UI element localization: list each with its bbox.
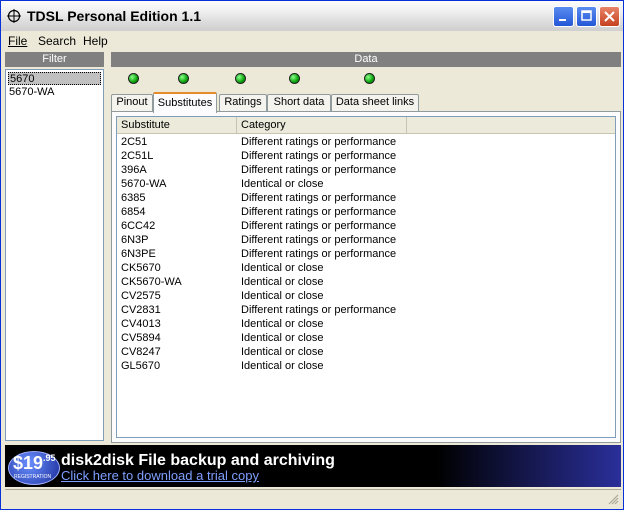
substitute-cell: 6N3P [121,234,149,246]
price-cents: .95 [43,453,56,463]
substitute-cell: CK5670 [121,262,161,274]
substitute-cell: 6CC42 [121,220,156,232]
substitutes-list[interactable]: Substitute Category 2C51 Different rating… [116,116,616,438]
tab-data-sheet-links[interactable]: Data sheet links [331,94,419,111]
table-row[interactable]: 5670-WA Identical or close [117,177,615,191]
table-row[interactable]: GL5670 Identical or close [117,359,615,373]
menu-search[interactable]: Search [38,34,76,48]
column-header-category[interactable]: Category [237,117,407,134]
substitute-cell: 2C51 [121,136,148,148]
substitute-cell: 6854 [121,206,146,218]
table-row[interactable]: CK5670-WA Identical or close [117,275,615,289]
data-header: Data [111,52,621,67]
window-title: TDSL Personal Edition 1.1 [27,8,202,24]
status-led-2 [178,73,189,84]
substitute-cell: GL5670 [121,360,161,372]
minimize-icon [559,19,566,21]
substitute-cell: 396A [121,164,147,176]
filter-item-5670[interactable]: 5670 [8,72,101,85]
filter-header: Filter [5,52,104,67]
category-cell: Different ratings or performance [241,234,397,246]
filter-list[interactable]: 5670 5670-WA [5,69,104,441]
tab-ratings[interactable]: Ratings [219,94,267,111]
category-cell: Identical or close [241,346,324,358]
tab-short-data[interactable]: Short data [267,94,331,111]
column-header-empty [407,117,615,134]
substitute-cell: CV5894 [121,332,161,344]
category-cell: Different ratings or performance [241,192,397,204]
app-icon [7,9,21,23]
maximize-icon [581,10,592,21]
minimize-button[interactable] [553,6,574,27]
tab-substitutes[interactable]: Substitutes [153,92,217,113]
category-cell: Different ratings or performance [241,136,397,148]
tab-pinout[interactable]: Pinout [111,94,153,111]
category-cell: Different ratings or performance [241,220,397,232]
substitute-cell: CK5670-WA [121,276,182,288]
category-cell: Different ratings or performance [241,164,397,176]
status-bar [5,489,621,507]
category-cell: Identical or close [241,276,324,288]
table-row[interactable]: CV5894 Identical or close [117,331,615,345]
substitute-cell: 6385 [121,192,146,204]
menu-bar: File Search Help [1,31,623,50]
status-led-row [111,70,621,90]
substitute-cell: CV2575 [121,290,161,302]
table-row[interactable]: CV2575 Identical or close [117,289,615,303]
substitute-cell: CV8247 [121,346,161,358]
table-row[interactable]: CV2831 Different ratings or performance [117,303,615,317]
resize-grip-icon[interactable] [607,493,619,505]
table-row[interactable]: 6854 Different ratings or performance [117,205,615,219]
category-cell: Different ratings or performance [241,304,397,316]
maximize-button[interactable] [576,6,597,27]
table-row[interactable]: 6385 Different ratings or performance [117,191,615,205]
category-cell: Identical or close [241,262,324,274]
substitute-cell: CV4013 [121,318,161,330]
menu-help[interactable]: Help [83,34,108,48]
app-window: TDSL Personal Edition 1.1 File Search He… [0,0,624,510]
price-main: $19 [13,453,44,473]
substitute-cell: CV2831 [121,304,161,316]
substitute-cell: 2C51L [121,150,154,162]
close-icon [604,11,615,22]
table-row[interactable]: CV4013 Identical or close [117,317,615,331]
category-cell: Identical or close [241,318,324,330]
ad-banner[interactable]: $19.95 REGISTRATION disk2disk File backu… [5,445,621,487]
status-led-5 [364,73,375,84]
status-led-1 [128,73,139,84]
title-bar[interactable]: TDSL Personal Edition 1.1 [1,1,623,31]
ad-download-link[interactable]: Click here to download a trial copy [61,468,259,483]
menu-file-label: File [8,34,28,48]
close-button[interactable] [599,6,620,27]
category-cell: Different ratings or performance [241,206,397,218]
column-header-substitute[interactable]: Substitute [117,117,237,134]
table-row[interactable]: 6N3PE Different ratings or performance [117,247,615,261]
status-led-3 [235,73,246,84]
menu-file[interactable]: File [8,34,27,48]
substitute-cell: 6N3PE [121,248,156,260]
category-cell: Different ratings or performance [241,248,397,260]
price-badge: $19.95 REGISTRATION [8,451,60,485]
price-caption: REGISTRATION [14,474,52,480]
filter-item-5670-wa[interactable]: 5670-WA [8,86,54,99]
table-row[interactable]: CK5670 Identical or close [117,261,615,275]
substitutes-panel: Substitute Category 2C51 Different rating… [111,111,621,443]
category-cell: Different ratings or performance [241,150,397,162]
category-cell: Identical or close [241,360,324,372]
table-row[interactable]: 6CC42 Different ratings or performance [117,219,615,233]
status-led-4 [289,73,300,84]
table-row[interactable]: 2C51 Different ratings or performance [117,135,615,149]
table-row[interactable]: 2C51L Different ratings or performance [117,149,615,163]
table-row[interactable]: 396A Different ratings or performance [117,163,615,177]
category-cell: Identical or close [241,332,324,344]
category-cell: Identical or close [241,290,324,302]
table-row[interactable]: 6N3P Different ratings or performance [117,233,615,247]
substitute-cell: 5670-WA [121,178,167,190]
table-row[interactable]: CV8247 Identical or close [117,345,615,359]
category-cell: Identical or close [241,178,324,190]
